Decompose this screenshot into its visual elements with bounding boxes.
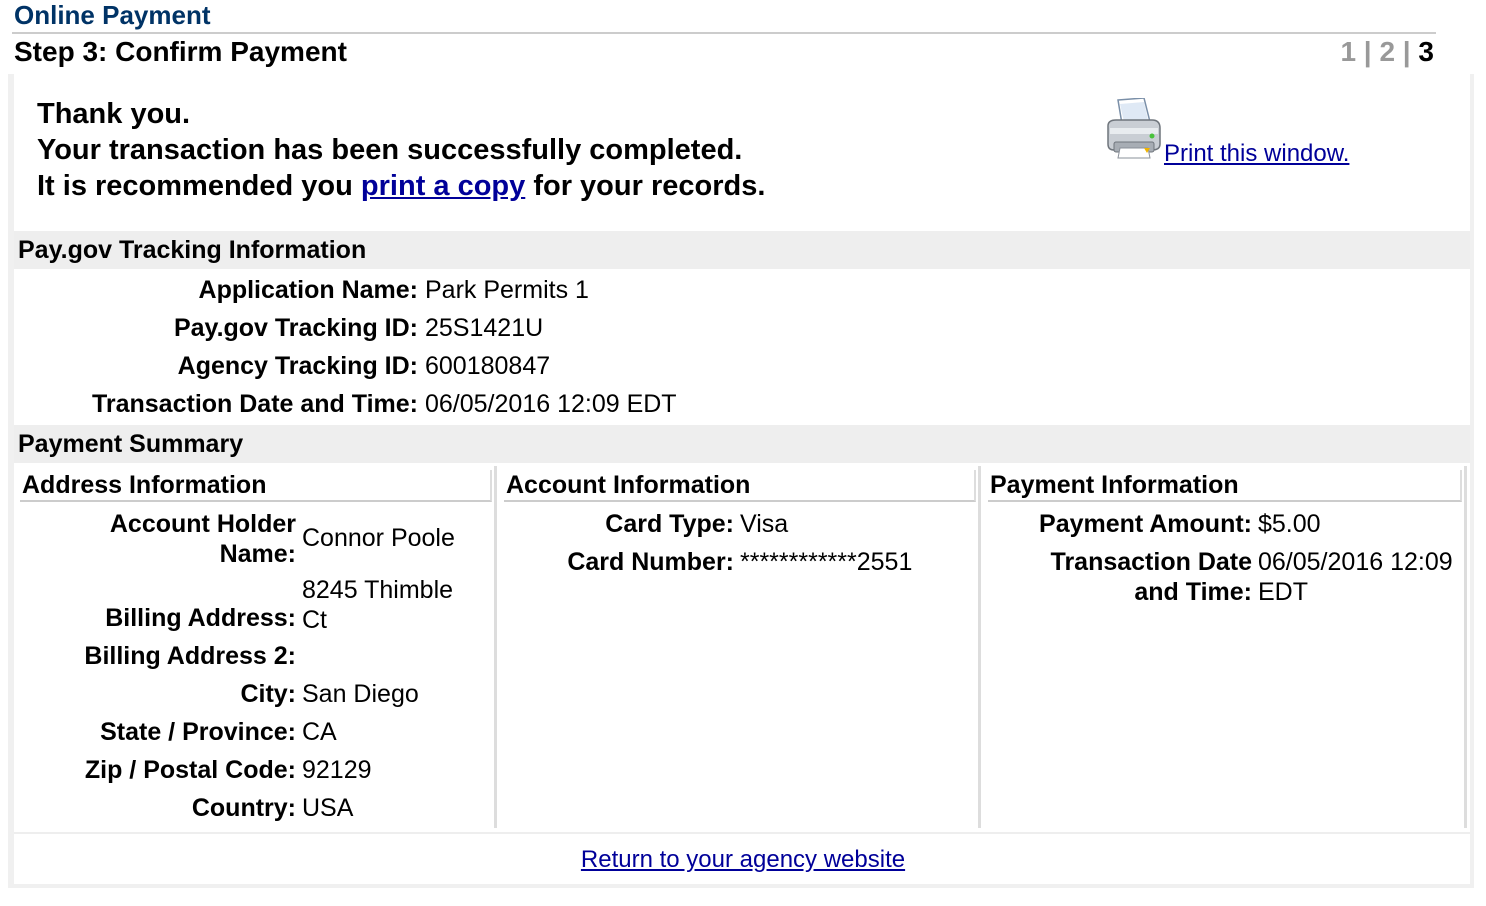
- payment-amount-label: Payment Amount:: [1039, 510, 1252, 538]
- footer-divider: [14, 832, 1470, 834]
- billing-address-label: Billing Address:: [105, 604, 296, 632]
- city-label: City:: [240, 680, 296, 708]
- tracking-section-header: Pay.gov Tracking Information: [14, 231, 1470, 269]
- step-2: 2: [1379, 36, 1396, 67]
- footer: Return to your agency website: [0, 846, 1486, 874]
- country-label: Country:: [191, 794, 296, 822]
- recommend-line: It is recommended you print a copy for y…: [37, 170, 766, 202]
- paygov-tracking-id-value: 25S1421U: [425, 314, 544, 342]
- page-title: Online Payment: [14, 0, 211, 30]
- return-agency-link[interactable]: Return to your agency website: [581, 846, 905, 873]
- transaction-datetime-label: Transaction Date and Time:: [91, 390, 418, 418]
- transaction-datetime-value: 06/05/2016 12:09 EDT: [425, 390, 677, 418]
- column-divider: [1464, 466, 1467, 828]
- card-type-value: Visa: [740, 510, 789, 538]
- confirmation-message: Thank you. Your transaction has been suc…: [37, 96, 765, 204]
- address-info-header: Address Information: [20, 470, 492, 502]
- application-name-value: Park Permits 1: [425, 276, 589, 304]
- state-value: CA: [302, 718, 337, 746]
- step-separator: |: [1356, 36, 1380, 67]
- step-1: 1: [1340, 36, 1357, 67]
- card-number-label: Card Number:: [567, 548, 734, 576]
- payment-info-header: Payment Information: [988, 470, 1462, 502]
- application-name-label: Application Name:: [198, 276, 418, 304]
- payment-summary-header: Payment Summary: [14, 425, 1470, 463]
- column-divider: [978, 466, 981, 828]
- step-indicator: 1 | 2 | 3: [1340, 36, 1434, 68]
- print-copy-link[interactable]: print a copy: [361, 170, 525, 202]
- payment-datetime-label: Transaction Date and Time:: [1050, 548, 1252, 606]
- column-divider: [494, 466, 497, 828]
- print-window-link[interactable]: Print this window.: [1164, 140, 1349, 168]
- agency-tracking-id-label: Agency Tracking ID:: [177, 352, 418, 380]
- city-value: San Diego: [302, 680, 419, 708]
- payment-amount-value: $5.00: [1258, 510, 1321, 538]
- zip-label: Zip / Postal Code:: [84, 756, 296, 784]
- paygov-tracking-id-label: Pay.gov Tracking ID:: [173, 314, 418, 342]
- step-title: Step 3: Confirm Payment: [14, 36, 347, 67]
- state-label: State / Province:: [100, 718, 296, 746]
- payment-datetime-value: 06/05/2016 12:09 EDT: [1258, 548, 1453, 606]
- step-3-current: 3: [1418, 36, 1434, 67]
- account-holder-label: Account Holder Name:: [109, 510, 296, 568]
- card-type-label: Card Type:: [605, 510, 734, 538]
- billing-address-value: 8245 Thimble Ct: [302, 576, 454, 634]
- printer-icon[interactable]: [1104, 98, 1162, 160]
- card-number-value: ************2551: [740, 548, 913, 576]
- zip-value: 92129: [302, 756, 372, 784]
- billing-address-2-label: Billing Address 2:: [84, 642, 296, 670]
- country-value: USA: [302, 794, 354, 822]
- title-divider: [12, 32, 1436, 34]
- success-line: Your transaction has been successfully c…: [37, 134, 743, 166]
- account-info-header: Account Information: [504, 470, 976, 502]
- step-separator: |: [1395, 36, 1419, 67]
- agency-tracking-id-value: 600180847: [425, 352, 551, 380]
- thank-you-line: Thank you.: [37, 98, 191, 130]
- account-holder-value: Connor Poole: [302, 524, 455, 552]
